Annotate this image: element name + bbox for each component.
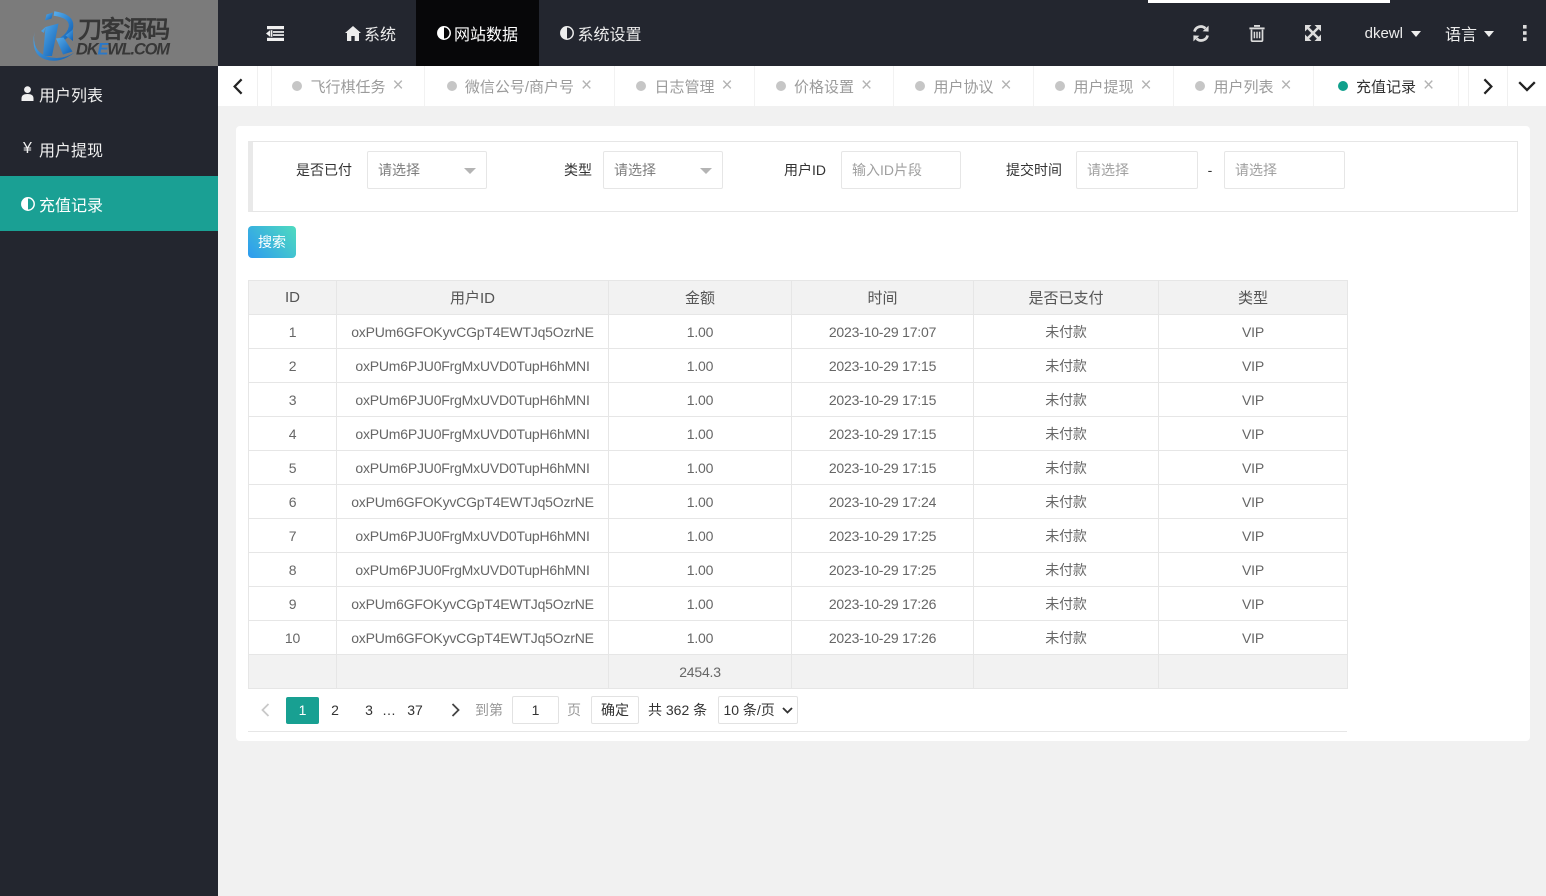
svg-text:刀客源码: 刀客源码: [78, 16, 169, 44]
svg-text:DKEWL.COM: DKEWL.COM: [76, 41, 171, 59]
